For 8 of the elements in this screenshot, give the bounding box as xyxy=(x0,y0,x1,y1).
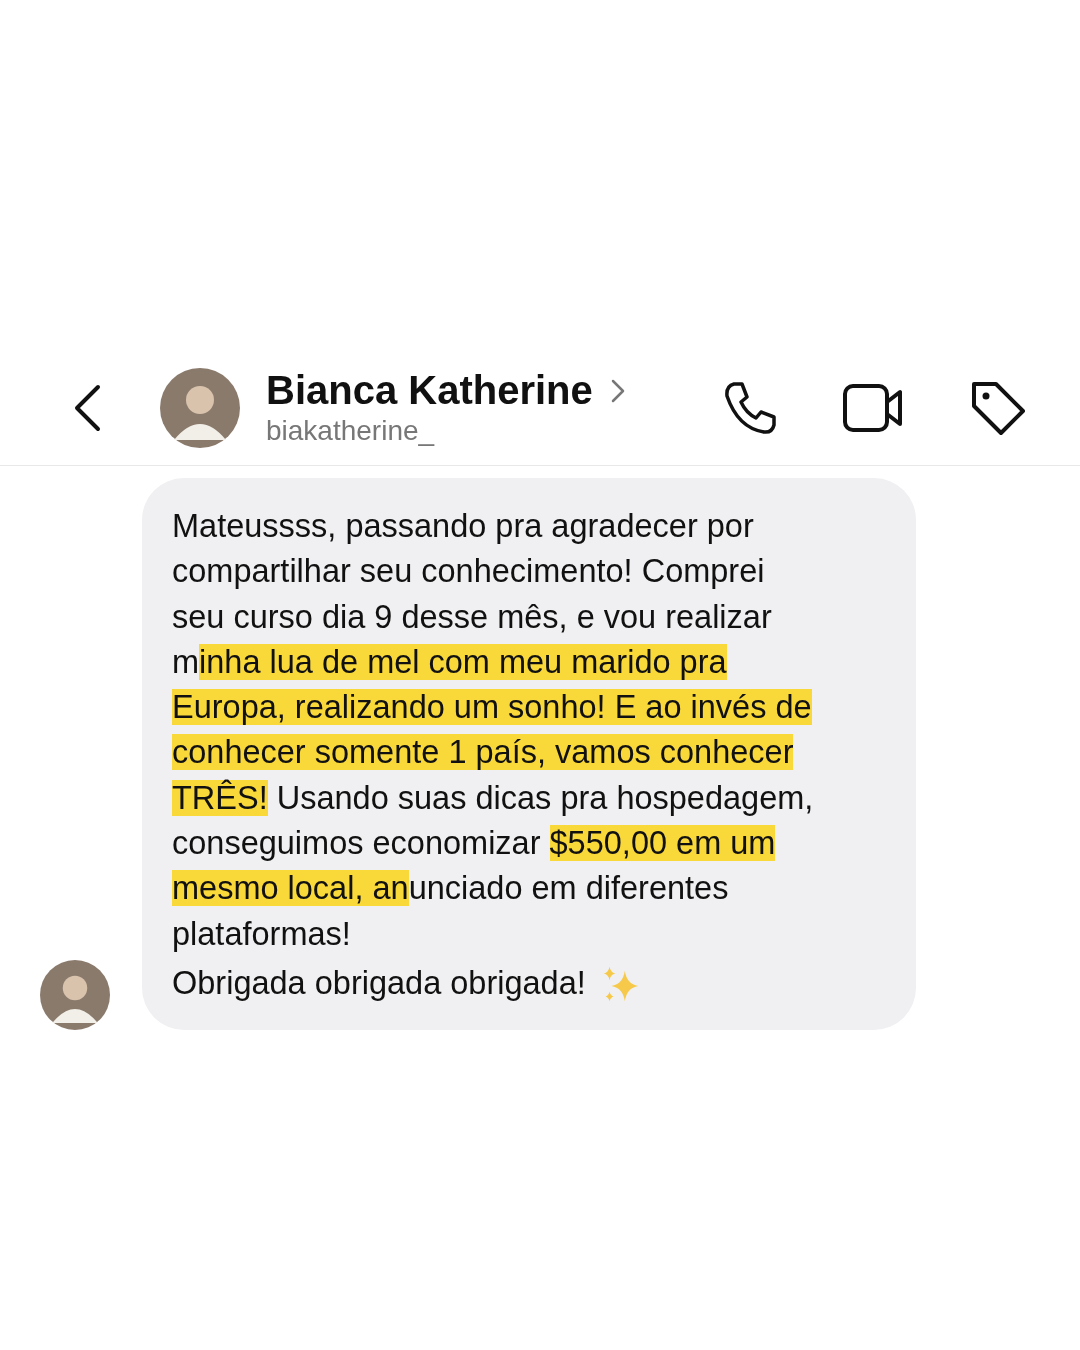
chevron-icon[interactable] xyxy=(610,378,625,403)
username: biakatherine_ xyxy=(266,415,436,447)
message-text: Obrigada obrigada obrigada! xyxy=(172,963,586,1003)
avatar[interactable] xyxy=(160,367,240,448)
contact-name[interactable]: Bianca Katherine xyxy=(266,368,593,413)
message-text: Mateussss, passando pra agradecer por compartilhar seu conhecimento! Comprei seu curso dia 9 desse mês, e vou realizar minha lua de mel com meu marido pra Europa, realizando um sonho! E ao invés de conhecer somente 1 país, vamos conhecer TRÊS! Usando suas dicas pra hospedagem, conseguimos economizar $550,00 em um mesmo local, anunciado em diferentes plataformas! xyxy=(172,507,815,954)
back-icon[interactable] xyxy=(72,382,102,433)
avatar[interactable] xyxy=(40,960,110,1031)
